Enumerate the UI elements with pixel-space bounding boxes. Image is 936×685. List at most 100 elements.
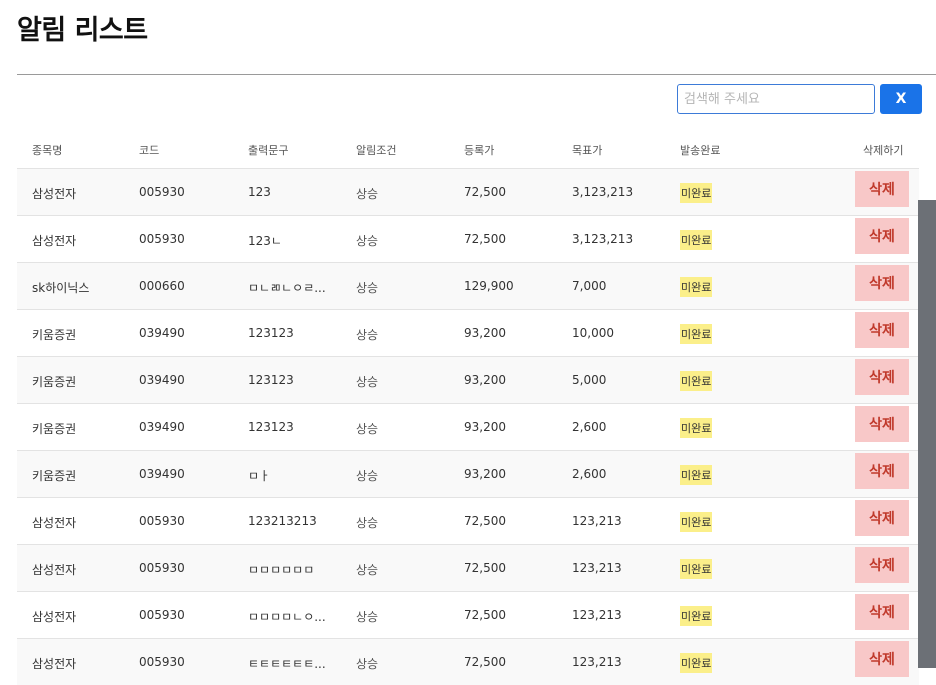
delete-button[interactable]: 삭제 [855,406,909,442]
target-price: 123,213 [572,514,622,528]
delete-button[interactable]: 삭제 [855,265,909,301]
stock-code: 039490 [139,420,185,434]
target-price: 2,600 [572,467,607,481]
registered-price: 72,500 [464,608,506,622]
table-row: 삼성전자 005930 ㅁㅁㅁㅁㅁㅁ 상승 72,500 123,213 미완료 삭제 [17,544,919,591]
table-row: 키움증권 039490 123123 상승 93,200 5,000 미완료 삭제 [17,356,919,403]
alert-message: ㅁㄴㄻㄴㅇㄹ... [248,281,326,295]
stock-code: 005930 [139,608,185,622]
table-row: 키움증권 039490 123123 상승 93,200 10,000 미완료 삭제 [17,309,919,356]
alert-message: 123213213 [248,514,317,528]
alert-condition: 상승 [356,610,379,624]
stock-code: 039490 [139,467,185,481]
stock-code: 000660 [139,279,185,293]
stock-name: sk하이닉스 [32,281,90,295]
column-header-code: 코드 [139,144,160,157]
clear-search-button[interactable]: X [880,84,922,114]
status-badge: 미완료 [680,653,713,673]
column-header-target-price: 목표가 [572,144,603,157]
title-divider [17,74,936,75]
scrollbar-thumb[interactable] [918,200,936,668]
status-badge: 미완료 [680,230,713,250]
alert-condition: 상승 [356,187,379,201]
registered-price: 129,900 [464,279,514,293]
delete-button[interactable]: 삭제 [855,547,909,583]
stock-code: 039490 [139,373,185,387]
registered-price: 93,200 [464,373,506,387]
alert-condition: 상승 [356,375,379,389]
table-row: 삼성전자 005930 123 상승 72,500 3,123,213 미완료 삭제 [17,168,919,215]
alert-message: ㅁㅁㅁㅁㄴㅇ... [248,610,326,624]
table-row: 삼성전자 005930 ㅌㅌㅌㅌㅌㅌ... 상승 72,500 123,213 미완료 삭제 [17,638,919,685]
delete-button[interactable]: 삭제 [855,312,909,348]
stock-name: 키움증권 [32,422,77,436]
alert-condition: 상승 [356,328,379,342]
alert-condition: 상승 [356,563,379,577]
target-price: 3,123,213 [572,185,634,199]
target-price: 2,600 [572,420,607,434]
target-price: 7,000 [572,279,607,293]
delete-button[interactable]: 삭제 [855,171,909,207]
column-header-delete: 삭제하기 [863,144,904,157]
stock-code: 039490 [139,326,185,340]
status-badge: 미완료 [680,418,713,438]
stock-name: 삼성전자 [32,234,77,248]
delete-button[interactable]: 삭제 [855,641,909,677]
stock-name: 키움증권 [32,469,77,483]
delete-button[interactable]: 삭제 [855,359,909,395]
target-price: 123,213 [572,561,622,575]
alert-condition: 상승 [356,281,379,295]
alert-condition: 상승 [356,657,379,671]
table-header: 종목명 코드 출력문구 알림조건 등록가 목표가 발송완료 삭제하기 [17,120,919,168]
stock-name: 삼성전자 [32,187,77,201]
search-input[interactable] [677,84,875,114]
stock-code: 005930 [139,514,185,528]
stock-name: 삼성전자 [32,610,77,624]
delete-button[interactable]: 삭제 [855,453,909,489]
alert-condition: 상승 [356,422,379,436]
status-badge: 미완료 [680,324,713,344]
target-price: 123,213 [572,608,622,622]
table-body: 삼성전자 005930 123 상승 72,500 3,123,213 미완료 삭제 삼성전자 0… [17,168,919,685]
delete-button[interactable]: 삭제 [855,500,909,536]
stock-name: 삼성전자 [32,563,77,577]
target-price: 5,000 [572,373,607,387]
registered-price: 93,200 [464,420,506,434]
alert-message: ㅁㅁㅁㅁㅁㅁ [248,563,315,577]
delete-button[interactable]: 삭제 [855,218,909,254]
alert-condition: 상승 [356,516,379,530]
table-row: 키움증권 039490 123123 상승 93,200 2,600 미완료 삭제 [17,403,919,450]
alert-condition: 상승 [356,234,379,248]
stock-code: 005930 [139,232,185,246]
alert-condition: 상승 [356,469,379,483]
target-price: 3,123,213 [572,232,634,246]
alert-message: 123123 [248,420,294,434]
target-price: 123,213 [572,655,622,669]
alert-message: ㅁㅏ [248,469,271,483]
registered-price: 72,500 [464,232,506,246]
table-row: 삼성전자 005930 123213213 상승 72,500 123,213 미완료 삭제 [17,497,919,544]
registered-price: 72,500 [464,185,506,199]
alert-message: 123123 [248,373,294,387]
page-title: 알림 리스트 [17,15,148,46]
status-badge: 미완료 [680,512,713,532]
registered-price: 72,500 [464,514,506,528]
status-badge: 미완료 [680,606,713,626]
target-price: 10,000 [572,326,614,340]
registered-price: 93,200 [464,326,506,340]
column-header-message: 출력문구 [248,144,289,157]
delete-button[interactable]: 삭제 [855,594,909,630]
status-badge: 미완료 [680,559,713,579]
status-badge: 미완료 [680,465,713,485]
registered-price: 72,500 [464,655,506,669]
alert-table: 종목명 코드 출력문구 알림조건 등록가 목표가 발송완료 삭제하기 삼성전자 0… [17,120,919,685]
stock-code: 005930 [139,185,185,199]
registered-price: 93,200 [464,467,506,481]
alert-message: 123 [248,185,271,199]
column-header-reg-price: 등록가 [464,144,495,157]
column-header-name: 종목명 [32,144,63,157]
stock-code: 005930 [139,655,185,669]
alert-message: 123123 [248,326,294,340]
stock-name: 키움증권 [32,375,77,389]
stock-name: 키움증권 [32,328,77,342]
